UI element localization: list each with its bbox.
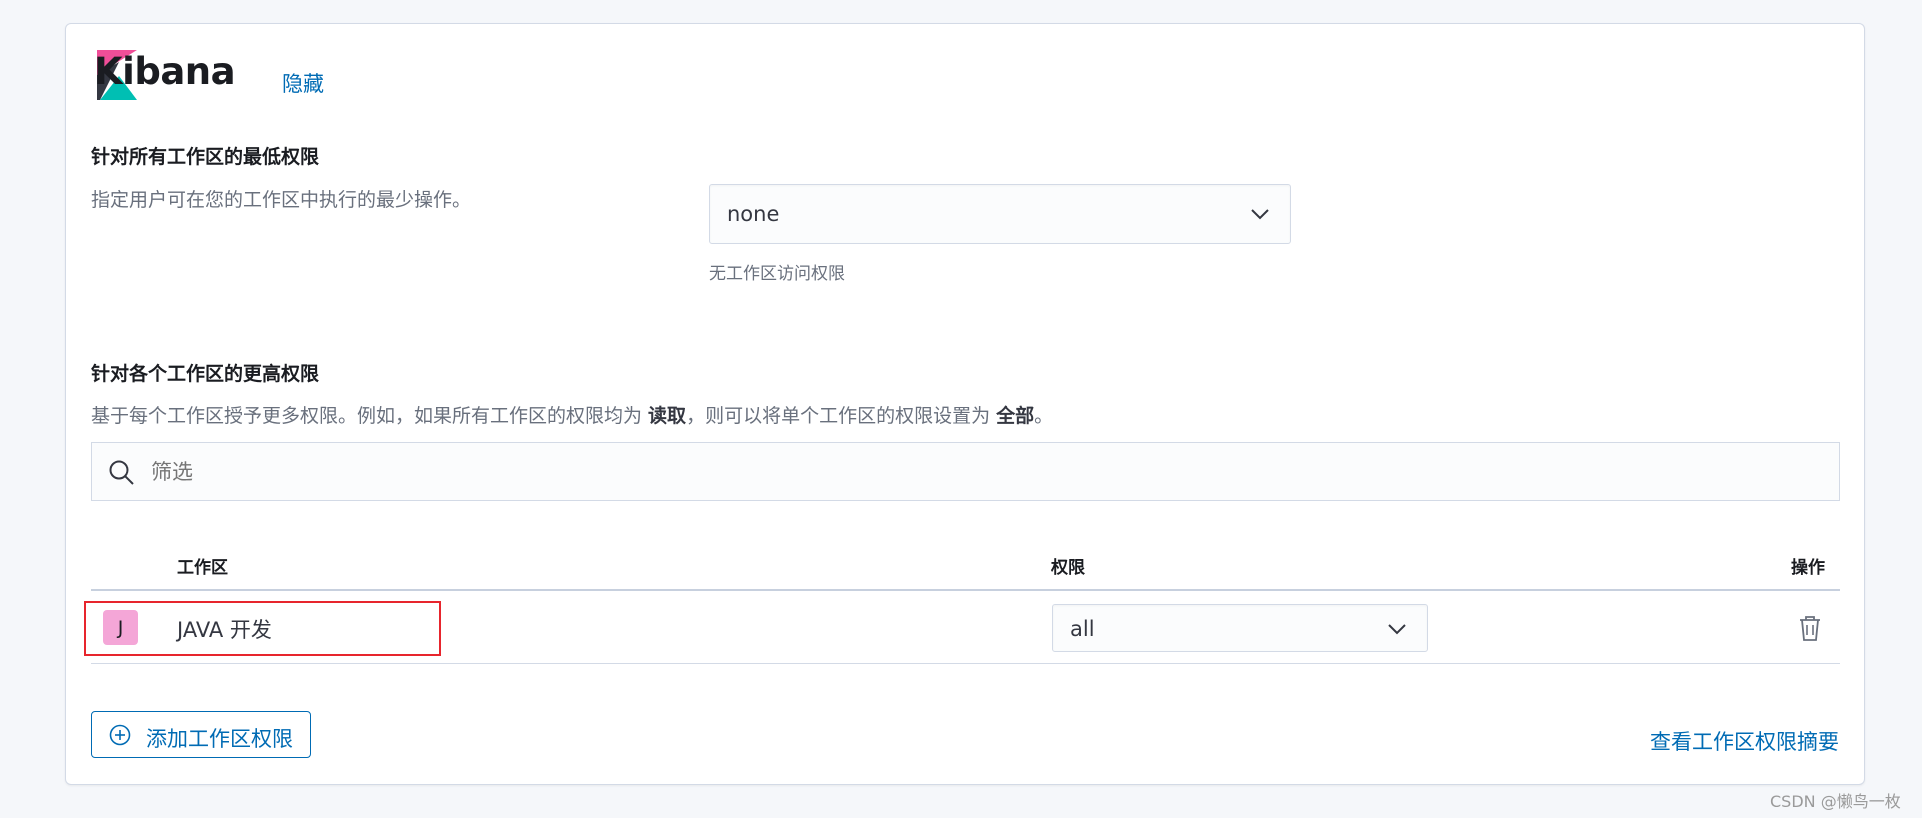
filter-field[interactable] [91,442,1840,501]
min-privilege-description: 指定用户可在您的工作区中执行的最少操作。 [91,189,472,211]
search-icon [109,460,134,485]
trash-icon[interactable] [1797,614,1823,642]
table-row-divider [91,663,1840,664]
column-header-privilege[interactable]: 权限 [1051,553,1085,578]
plus-circle-icon [109,724,131,746]
table-header-divider [91,589,1840,591]
min-privilege-select[interactable]: none [709,184,1291,244]
min-privilege-select-value: none [727,202,780,226]
space-privilege-select-value: all [1070,617,1095,641]
column-header-space[interactable]: 工作区 [177,553,228,578]
watermark: CSDN @懒鸟一枚 [1770,792,1901,811]
hide-link[interactable]: 隐藏 [282,68,324,98]
view-privilege-summary-link[interactable]: 查看工作区权限摘要 [1650,726,1839,756]
column-header-actions: 操作 [1791,558,1825,578]
higher-privilege-heading: 针对各个工作区的更高权限 [91,363,320,385]
chevron-down-icon [1388,624,1406,635]
highlight-box [84,601,441,656]
filter-input[interactable] [149,455,1803,489]
min-privilege-helper: 无工作区访问权限 [709,264,845,284]
higher-privilege-description: 基于每个工作区授予更多权限。例如，如果所有工作区的权限均为 读取，则可以将单个工… [91,405,1054,427]
app-title: Kibana [94,50,236,93]
add-space-privilege-button[interactable]: 添加工作区权限 [91,711,311,758]
min-privilege-heading: 针对所有工作区的最低权限 [91,146,320,168]
add-space-privilege-label: 添加工作区权限 [146,727,293,751]
space-privilege-select[interactable]: all [1052,604,1428,652]
chevron-down-icon [1251,209,1269,220]
